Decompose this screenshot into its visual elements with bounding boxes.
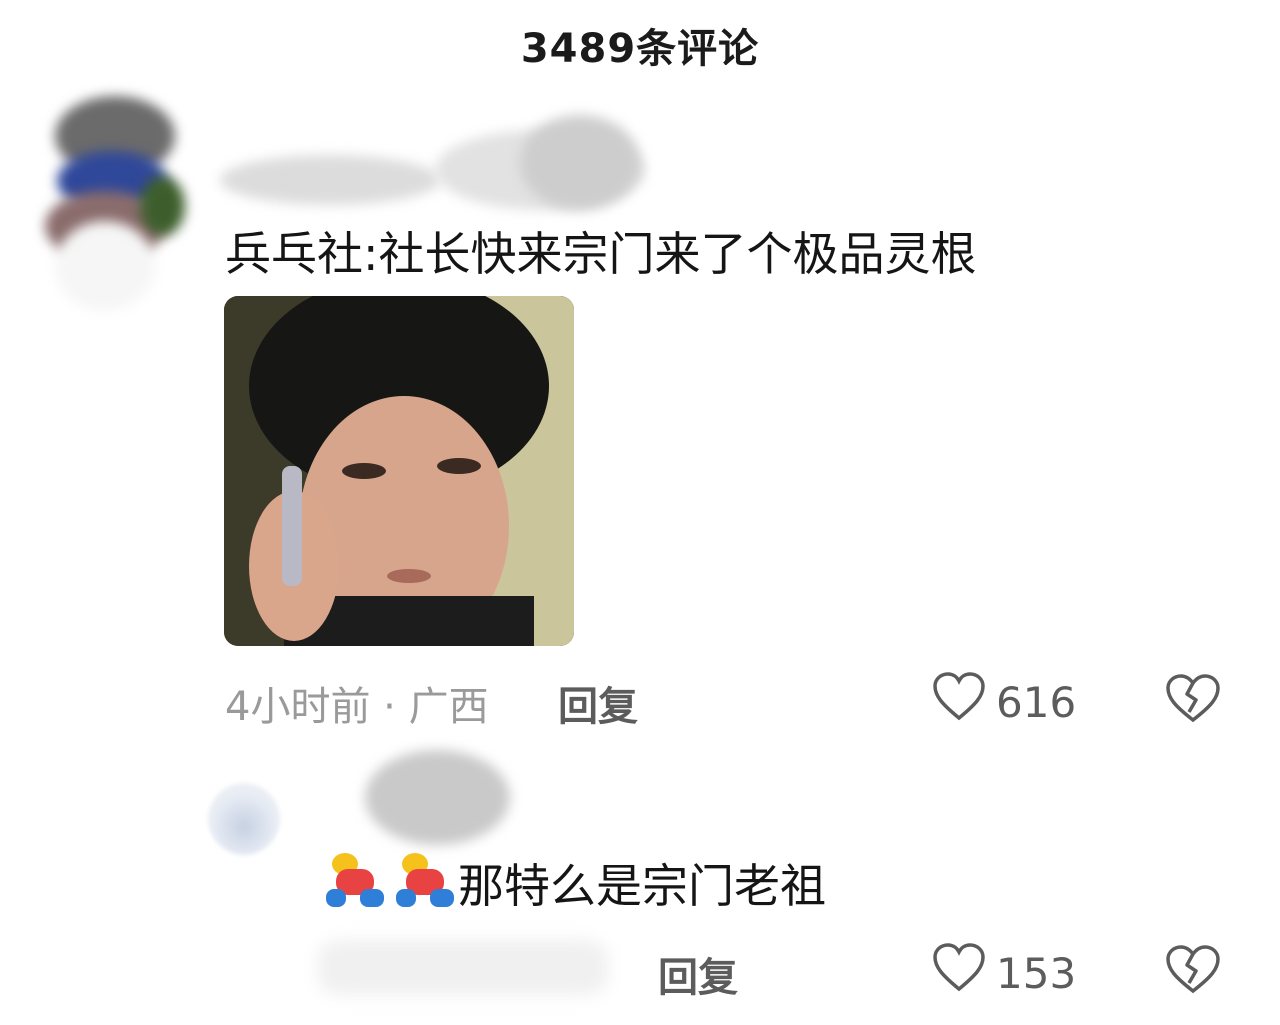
- heart-icon: [932, 943, 986, 1003]
- falling-person-icon: [388, 853, 458, 913]
- reply-button-2[interactable]: 回复: [658, 945, 738, 1003]
- meme-photo: [224, 296, 574, 646]
- comment-text: 兵乓社:社长快来宗门来了个极品灵根: [225, 227, 977, 281]
- broken-heart-icon: [1165, 945, 1221, 999]
- comment-meta: 4小时前 · 广西: [225, 684, 489, 730]
- like-count: 616: [996, 677, 1077, 727]
- broken-heart-icon: [1165, 674, 1221, 728]
- dislike-button-2[interactable]: [1165, 945, 1221, 999]
- like-button-2[interactable]: 153: [932, 943, 1076, 1003]
- heart-icon: [932, 672, 986, 732]
- page-title: 3489条评论: [520, 26, 760, 72]
- username-blurred: [220, 110, 650, 220]
- reply-meta-blurred: [318, 940, 608, 995]
- reply-text-row: 那特么是宗门老祖: [318, 850, 826, 916]
- falling-person-icon: [318, 853, 388, 913]
- comment-image[interactable]: [224, 296, 574, 646]
- like-count: 153: [996, 948, 1077, 998]
- avatar[interactable]: [45, 96, 185, 311]
- reply-text: 那特么是宗门老祖: [458, 859, 826, 913]
- dislike-button[interactable]: [1165, 674, 1221, 728]
- like-button[interactable]: 616: [932, 672, 1076, 732]
- reply-username-blurred: [365, 740, 515, 850]
- reply-avatar[interactable]: [208, 783, 280, 855]
- reply-button[interactable]: 回复: [558, 674, 638, 732]
